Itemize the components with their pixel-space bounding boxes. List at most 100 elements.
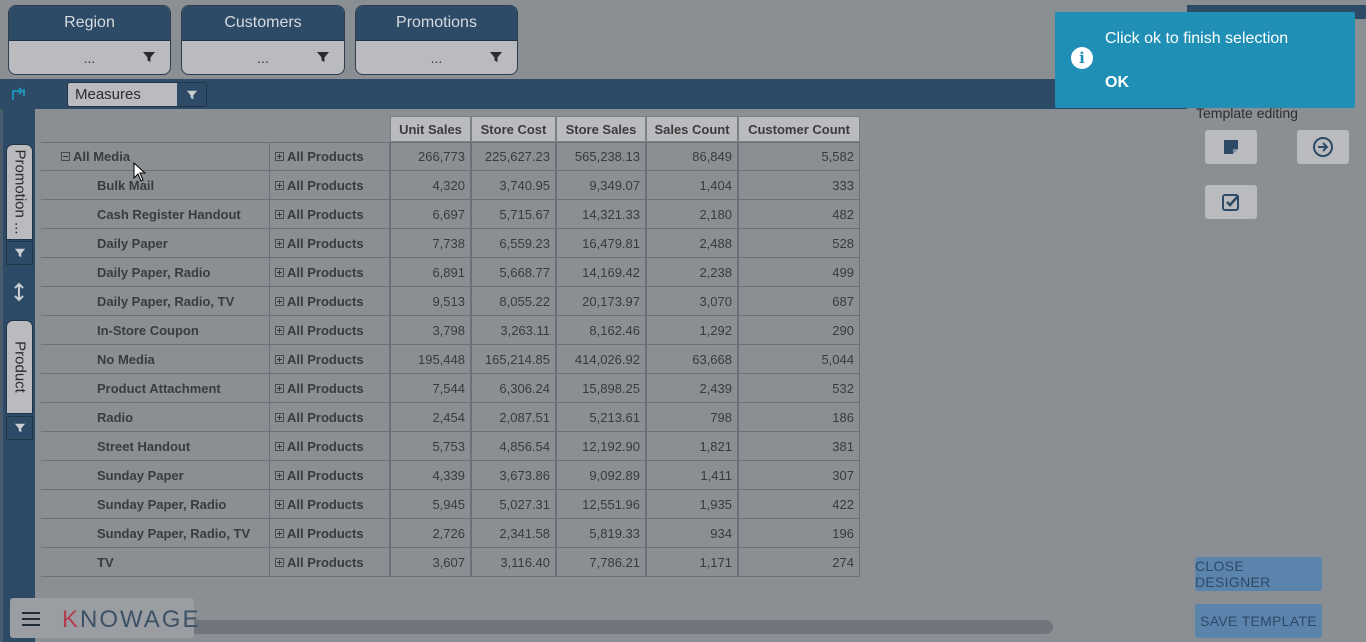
table-row: Street Handout All Products 5,753 4,856.54 1… xyxy=(41,432,860,461)
media-member-cell[interactable]: Cash Register Handout xyxy=(41,200,269,229)
expand-icon[interactable] xyxy=(275,152,284,161)
value-cell: 5,715.67 xyxy=(471,200,556,229)
toast-ok-button[interactable]: OK xyxy=(1105,74,1129,92)
product-pill[interactable]: Product xyxy=(6,320,33,414)
product-member-cell[interactable]: All Products xyxy=(269,316,390,345)
expand-icon[interactable] xyxy=(275,383,284,393)
media-member-cell[interactable]: In-Store Coupon xyxy=(41,316,269,345)
value-cell: 266,773 xyxy=(390,142,471,171)
sticky-note-icon xyxy=(1224,140,1238,154)
column-header[interactable]: Store Sales xyxy=(556,116,646,142)
product-member-cell[interactable]: All Products xyxy=(269,461,390,490)
column-header[interactable]: Unit Sales xyxy=(390,116,471,142)
value-cell: 186 xyxy=(738,403,860,432)
product-member-label: All Products xyxy=(287,380,364,396)
close-designer-button[interactable]: CLOSE DESIGNER xyxy=(1195,557,1322,591)
media-member-cell[interactable]: Daily Paper, Radio, TV xyxy=(41,287,269,316)
funnel-icon[interactable] xyxy=(142,50,156,64)
filter-customers[interactable]: Customers ... xyxy=(181,5,345,75)
filter-promotions[interactable]: Promotions ... xyxy=(355,5,518,75)
value-cell: 8,055.22 xyxy=(471,287,556,316)
value-cell: 5,753 xyxy=(390,432,471,461)
expand-icon[interactable] xyxy=(275,209,284,219)
expand-icon[interactable] xyxy=(275,528,284,538)
media-member-cell[interactable]: Sunday Paper xyxy=(41,461,269,490)
media-member-cell[interactable]: All Media xyxy=(41,142,269,171)
product-member-cell[interactable]: All Products xyxy=(269,142,390,171)
measures-pill[interactable]: Measures xyxy=(67,82,207,107)
forward-button[interactable] xyxy=(1297,130,1349,164)
column-header[interactable]: Store Cost xyxy=(471,116,556,142)
product-member-cell[interactable]: All Products xyxy=(269,345,390,374)
media-member-cell[interactable]: Bulk Mail xyxy=(41,171,269,200)
product-member-cell[interactable]: All Products xyxy=(269,519,390,548)
swap-rows-icon[interactable] xyxy=(13,282,25,302)
note-button[interactable] xyxy=(1205,130,1257,164)
column-header[interactable]: Sales Count xyxy=(646,116,738,142)
value-cell: 422 xyxy=(738,490,860,519)
media-member-cell[interactable]: Sunday Paper, Radio xyxy=(41,490,269,519)
value-cell: 2,488 xyxy=(646,229,738,258)
media-member-cell[interactable]: Product Attachment xyxy=(41,374,269,403)
media-member-label: All Media xyxy=(73,149,131,164)
promotion-filter-button[interactable] xyxy=(6,241,33,265)
product-member-cell[interactable]: All Products xyxy=(269,229,390,258)
value-cell: 2,087.51 xyxy=(471,403,556,432)
media-member-cell[interactable]: Street Handout xyxy=(41,432,269,461)
product-member-cell[interactable]: All Products xyxy=(269,548,390,577)
media-member-cell[interactable]: TV xyxy=(41,548,269,577)
expand-icon[interactable] xyxy=(275,354,284,364)
promotion-pill[interactable]: Promotion ... xyxy=(6,144,33,240)
value-cell: 1,411 xyxy=(646,461,738,490)
value-cell: 565,238.13 xyxy=(556,142,646,171)
media-member-cell[interactable]: Radio xyxy=(41,403,269,432)
expand-icon[interactable] xyxy=(275,499,284,509)
swap-axes-icon[interactable] xyxy=(10,86,28,102)
column-header[interactable]: Customer Count xyxy=(738,116,860,142)
funnel-icon[interactable] xyxy=(316,50,330,64)
expand-icon[interactable] xyxy=(275,470,284,480)
save-template-button[interactable]: SAVE TEMPLATE xyxy=(1195,604,1322,638)
filter-region[interactable]: Region ... xyxy=(8,5,171,75)
product-filter-button[interactable] xyxy=(6,416,33,440)
product-member-cell[interactable]: All Products xyxy=(269,374,390,403)
expand-icon[interactable] xyxy=(275,180,284,190)
product-member-cell[interactable]: All Products xyxy=(269,258,390,287)
product-member-label: All Products xyxy=(287,264,364,280)
value-cell: 687 xyxy=(738,287,860,316)
media-member-cell[interactable]: Daily Paper, Radio xyxy=(41,258,269,287)
expand-icon[interactable] xyxy=(275,557,284,567)
product-member-cell[interactable]: All Products xyxy=(269,403,390,432)
check-button[interactable] xyxy=(1205,185,1257,219)
funnel-icon xyxy=(14,248,25,258)
expand-icon[interactable] xyxy=(275,441,284,451)
product-member-cell[interactable]: All Products xyxy=(269,287,390,316)
product-member-cell[interactable]: All Products xyxy=(269,200,390,229)
value-cell: 3,673.86 xyxy=(471,461,556,490)
expand-icon[interactable] xyxy=(275,238,284,248)
media-member-cell[interactable]: Daily Paper xyxy=(41,229,269,258)
value-cell: 5,945 xyxy=(390,490,471,519)
measures-filter-button[interactable] xyxy=(177,83,206,106)
product-member-cell[interactable]: All Products xyxy=(269,171,390,200)
menu-icon[interactable] xyxy=(22,612,40,626)
product-member-cell[interactable]: All Products xyxy=(269,490,390,519)
product-member-cell[interactable]: All Products xyxy=(269,432,390,461)
value-cell: 5,819.33 xyxy=(556,519,646,548)
expand-icon[interactable] xyxy=(275,296,284,306)
expand-icon[interactable] xyxy=(275,325,284,335)
product-member-label: All Products xyxy=(287,177,364,193)
media-member-cell[interactable]: Sunday Paper, Radio, TV xyxy=(41,519,269,548)
media-member-cell[interactable]: No Media xyxy=(41,345,269,374)
product-member-label: All Products xyxy=(287,438,364,454)
expand-icon[interactable] xyxy=(275,412,284,422)
funnel-icon[interactable] xyxy=(489,50,503,64)
value-cell: 1,935 xyxy=(646,490,738,519)
value-cell: 528 xyxy=(738,229,860,258)
expand-icon[interactable] xyxy=(275,267,284,277)
collapse-icon[interactable] xyxy=(61,152,70,161)
value-cell: 7,786.21 xyxy=(556,548,646,577)
product-member-label: All Products xyxy=(287,351,364,367)
value-cell: 5,213.61 xyxy=(556,403,646,432)
value-cell: 9,349.07 xyxy=(556,171,646,200)
